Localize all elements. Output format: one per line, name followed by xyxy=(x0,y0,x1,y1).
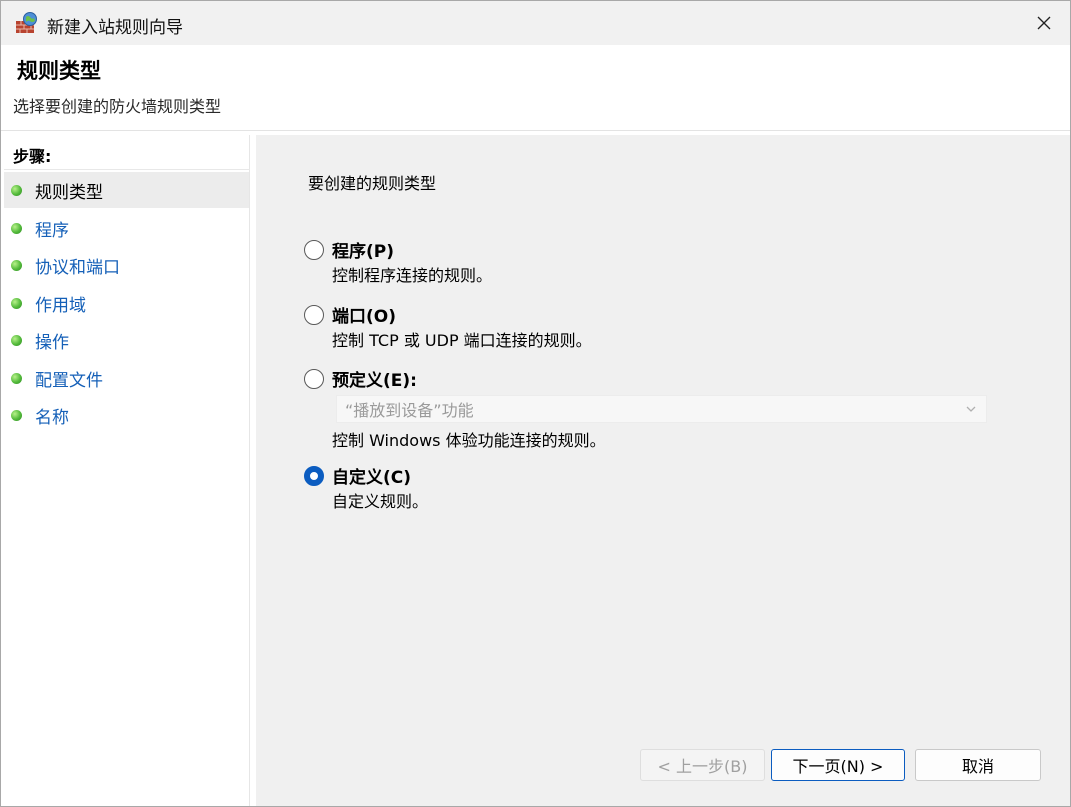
step-action[interactable]: 操作 xyxy=(4,322,249,358)
window-title: 新建入站规则向导 xyxy=(47,18,183,38)
step-label: 配置文件 xyxy=(35,370,103,391)
step-label: 程序 xyxy=(35,220,69,241)
step-profile[interactable]: 配置文件 xyxy=(4,360,249,396)
option-description: 控制程序连接的规则。 xyxy=(332,266,493,285)
radio-program[interactable] xyxy=(304,240,324,260)
step-label: 作用域 xyxy=(35,295,86,316)
radio-predefined[interactable] xyxy=(304,369,324,389)
rule-type-prompt: 要创建的规则类型 xyxy=(308,174,437,193)
firewall-icon xyxy=(16,12,37,33)
step-scope[interactable]: 作用域 xyxy=(4,285,249,321)
predefined-select[interactable]: “播放到设备”功能 xyxy=(336,395,987,423)
step-label: 名称 xyxy=(35,407,69,428)
step-status-icon xyxy=(11,184,22,196)
option-label[interactable]: 程序(P) xyxy=(332,237,394,262)
steps-divider xyxy=(4,169,250,170)
steps-title: 步骤: xyxy=(13,147,52,166)
option-description: 自定义规则。 xyxy=(332,492,429,511)
step-status-icon xyxy=(11,222,22,234)
close-button[interactable] xyxy=(1018,1,1070,45)
steps-pane: 步骤: 规则类型 程序 协议和端口 作用域 操作 配置文件 名称 xyxy=(4,135,250,806)
step-status-icon xyxy=(11,409,22,421)
back-button[interactable]: < 上一步(B) xyxy=(640,749,765,781)
step-rule-type[interactable]: 规则类型 xyxy=(4,172,249,208)
radio-port[interactable] xyxy=(304,305,324,325)
step-status-icon xyxy=(11,334,22,346)
step-label: 协议和端口 xyxy=(35,257,120,278)
wizard-window: 新建入站规则向导 规则类型 选择要创建的防火墙规则类型 步骤: 规则类型 程序 … xyxy=(0,0,1071,807)
chevron-down-icon xyxy=(966,406,976,412)
option-label[interactable]: 端口(O) xyxy=(332,302,396,327)
step-program[interactable]: 程序 xyxy=(4,210,249,246)
wizard-header: 规则类型 选择要创建的防火墙规则类型 xyxy=(1,45,1070,131)
page-title: 规则类型 xyxy=(17,59,101,83)
option-description: 控制 TCP 或 UDP 端口连接的规则。 xyxy=(332,331,592,350)
content-pane: 要创建的规则类型 程序(P) 控制程序连接的规则。 端口(O) 控制 TCP 或… xyxy=(256,135,1070,806)
step-label: 规则类型 xyxy=(35,182,103,203)
close-icon xyxy=(1037,16,1051,30)
next-button[interactable]: 下一页(N) > xyxy=(771,749,905,781)
page-subtitle: 选择要创建的防火墙规则类型 xyxy=(13,97,222,116)
cancel-button[interactable]: 取消 xyxy=(915,749,1041,781)
radio-custom[interactable] xyxy=(304,466,324,486)
option-description: 控制 Windows 体验功能连接的规则。 xyxy=(332,431,606,450)
step-label: 操作 xyxy=(35,332,69,353)
option-label[interactable]: 预定义(E): xyxy=(332,366,417,391)
step-status-icon xyxy=(11,259,22,271)
step-status-icon xyxy=(11,372,22,384)
title-bar[interactable]: 新建入站规则向导 xyxy=(1,1,1070,45)
step-protocol-ports[interactable]: 协议和端口 xyxy=(4,247,249,283)
predefined-select-value: “播放到设备”功能 xyxy=(345,401,474,420)
option-label[interactable]: 自定义(C) xyxy=(332,463,411,488)
step-name[interactable]: 名称 xyxy=(4,397,249,433)
step-status-icon xyxy=(11,297,22,309)
